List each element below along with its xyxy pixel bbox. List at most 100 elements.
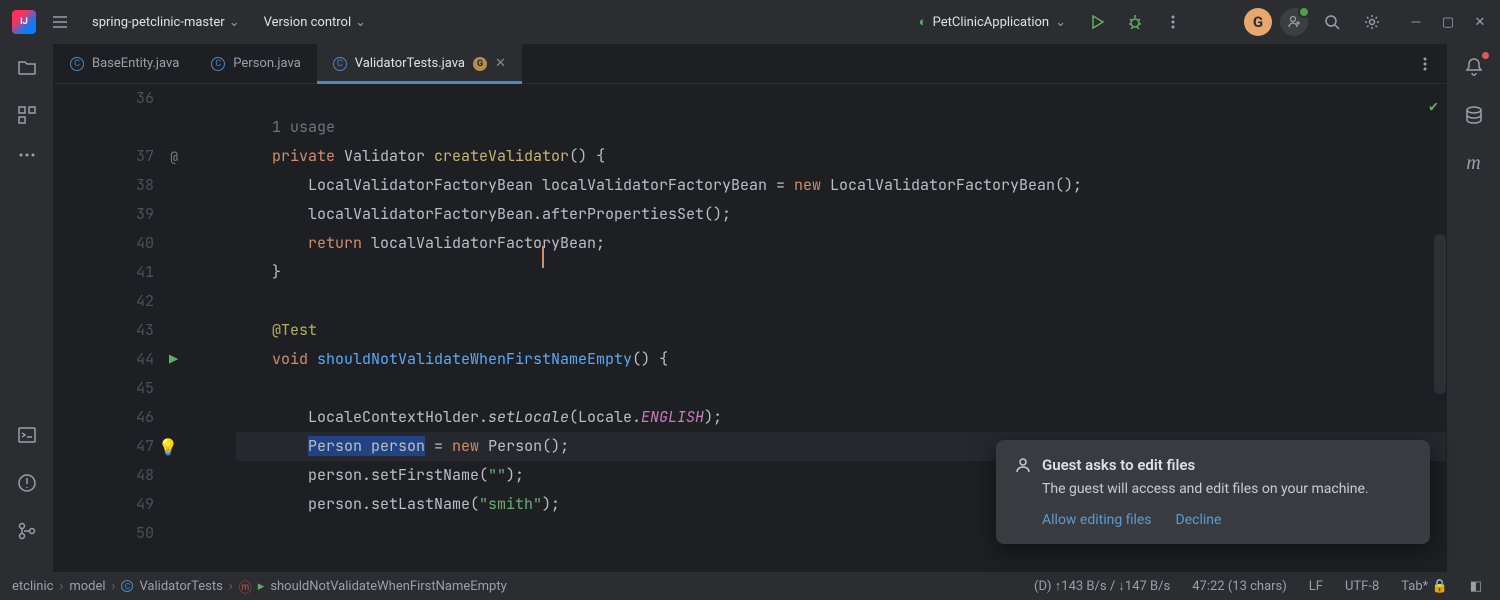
java-class-icon: C [70, 57, 84, 71]
chevron-down-icon: ⌄ [1055, 15, 1066, 30]
avatar-letter: G [1253, 13, 1263, 31]
code-line[interactable]: LocaleContextHolder.setLocale(Locale.ENG… [236, 403, 1446, 432]
debug-button[interactable] [1120, 7, 1150, 37]
method-icon: ⓜ [239, 577, 252, 596]
chevron-down-icon: ⌄ [229, 15, 240, 30]
guest-edit-popup: Guest asks to edit files The guest will … [996, 440, 1430, 544]
crumb-segment: ValidatorTests [139, 579, 222, 594]
popup-body: The guest will access and edit files on … [1014, 480, 1412, 500]
chevron-down-icon: ⌄ [355, 15, 366, 30]
gutter-line[interactable]: 45 [54, 374, 154, 403]
gutter-line[interactable]: 43 [54, 316, 154, 345]
java-class-icon: C [211, 57, 225, 71]
minimize-button[interactable]: ─ [1408, 14, 1424, 30]
tab-base-entity[interactable]: C BaseEntity.java [54, 44, 195, 83]
encoding[interactable]: UTF-8 [1339, 579, 1385, 594]
code-line[interactable]: @Test [236, 316, 1446, 345]
maven-tool-button[interactable]: m [1462, 148, 1484, 179]
readonly-lock-icon: 🔒 [1432, 579, 1448, 594]
gutter-line[interactable]: 40 [54, 229, 154, 258]
crumb-segment: shouldNotValidateWhenFirstNameEmpty [270, 579, 506, 594]
inspection-ok-icon[interactable]: ✔ [1429, 92, 1438, 121]
indent-status[interactable]: Tab* 🔒 [1395, 579, 1453, 594]
gutter-line[interactable]: 37@ [54, 142, 154, 171]
tab-label: BaseEntity.java [92, 56, 179, 71]
code-line[interactable]: localValidatorFactoryBean.afterPropertie… [236, 200, 1446, 229]
notifications-button[interactable] [1459, 52, 1489, 82]
chevron-right-icon: › [59, 579, 63, 594]
gutter-line[interactable]: 38 [54, 171, 154, 200]
gutter-line[interactable]: 42 [54, 287, 154, 316]
main-menu-button[interactable] [44, 6, 76, 38]
java-class-icon: C [121, 580, 133, 592]
git-tool-button[interactable] [12, 516, 42, 546]
database-tool-button[interactable] [1459, 100, 1489, 130]
terminal-tool-button[interactable] [12, 420, 42, 450]
test-icon: ▸ [258, 579, 265, 594]
gutter-line[interactable]: 36 [54, 84, 154, 113]
maximize-button[interactable]: ▢ [1440, 14, 1456, 30]
gutter-line[interactable]: 46 [54, 403, 154, 432]
tab-list-button[interactable] [1404, 44, 1446, 83]
code-line[interactable]: 1 usage [236, 113, 1446, 142]
user-icon [1014, 456, 1032, 474]
spring-icon: ◐ [919, 14, 927, 30]
code-line[interactable] [236, 374, 1446, 403]
code-line[interactable] [236, 287, 1446, 316]
run-config-dropdown[interactable]: ◐ PetClinicApplication ⌄ [911, 10, 1074, 34]
run-button[interactable] [1082, 7, 1112, 37]
gutter-line[interactable]: 50 [54, 519, 154, 548]
gutter-mark[interactable]: ▶ [169, 345, 178, 374]
close-button[interactable]: ✕ [1472, 14, 1488, 30]
tab-person[interactable]: C Person.java [195, 44, 317, 83]
gutter-line[interactable]: 47💡 [54, 432, 154, 461]
more-actions-button[interactable] [1158, 7, 1188, 37]
more-tools-button[interactable] [12, 148, 42, 162]
gutter-line[interactable]: 49 [54, 490, 154, 519]
decline-link[interactable]: Decline [1176, 512, 1222, 528]
gutter-line[interactable]: 44▶ [54, 345, 154, 374]
search-button[interactable] [1316, 6, 1348, 38]
code-line[interactable]: } [236, 258, 1446, 287]
project-tool-button[interactable] [12, 52, 42, 82]
editor-scrollbar[interactable] [1434, 234, 1446, 394]
popup-title: Guest asks to edit files [1042, 456, 1195, 474]
app-logo-icon: IJ [12, 10, 36, 34]
tab-validator-tests[interactable]: C ValidatorTests.java G ✕ [317, 44, 522, 83]
line-ending[interactable]: LF [1303, 579, 1329, 594]
code-line[interactable]: private Validator createValidator() { [236, 142, 1446, 171]
user-avatar[interactable]: G [1244, 8, 1272, 36]
crumb-segment: etclinic [12, 579, 53, 594]
tab-label: Person.java [233, 56, 301, 71]
settings-button[interactable] [1356, 6, 1388, 38]
code-line[interactable]: void shouldNotValidateWhenFirstNameEmpty… [236, 345, 1446, 374]
chevron-right-icon: › [229, 579, 233, 594]
structure-tool-button[interactable] [12, 100, 42, 130]
code-line[interactable]: return localValidatorFactoryBean; [236, 229, 1446, 258]
tab-label: ValidatorTests.java [355, 56, 465, 71]
gutter-line[interactable]: 41 [54, 258, 154, 287]
java-class-icon: C [333, 57, 347, 71]
gutter-line[interactable]: 39 [54, 200, 154, 229]
vc-label: Version control [264, 15, 352, 30]
code-line[interactable] [236, 84, 1446, 113]
gutter-mark[interactable]: @ [170, 142, 178, 171]
allow-editing-link[interactable]: Allow editing files [1042, 512, 1152, 528]
version-control-dropdown[interactable]: Version control ⌄ [256, 11, 374, 34]
breadcrumb[interactable]: etclinic › model › C ValidatorTests › ⓜ … [12, 577, 507, 596]
code-with-me-button[interactable] [1280, 8, 1308, 36]
guest-badge: G [473, 57, 487, 71]
close-tab-icon[interactable]: ✕ [495, 56, 506, 71]
crumb-segment: model [69, 579, 105, 594]
project-name: spring-petclinic-master [92, 15, 225, 30]
run-config-label: PetClinicApplication [933, 15, 1049, 30]
gutter-mark[interactable]: 💡 [158, 432, 178, 461]
code-line[interactable]: LocalValidatorFactoryBean localValidator… [236, 171, 1446, 200]
cursor-position[interactable]: 47:22 (13 chars) [1186, 579, 1293, 594]
gutter-line[interactable]: 48 [54, 461, 154, 490]
network-status[interactable]: (D) ↑143 B/s / ↓147 B/s [1028, 578, 1176, 594]
project-dropdown[interactable]: spring-petclinic-master ⌄ [84, 11, 248, 34]
problems-tool-button[interactable] [12, 468, 42, 498]
ide-status-icon[interactable]: ◧ [1464, 579, 1488, 594]
chevron-right-icon: › [112, 579, 116, 594]
